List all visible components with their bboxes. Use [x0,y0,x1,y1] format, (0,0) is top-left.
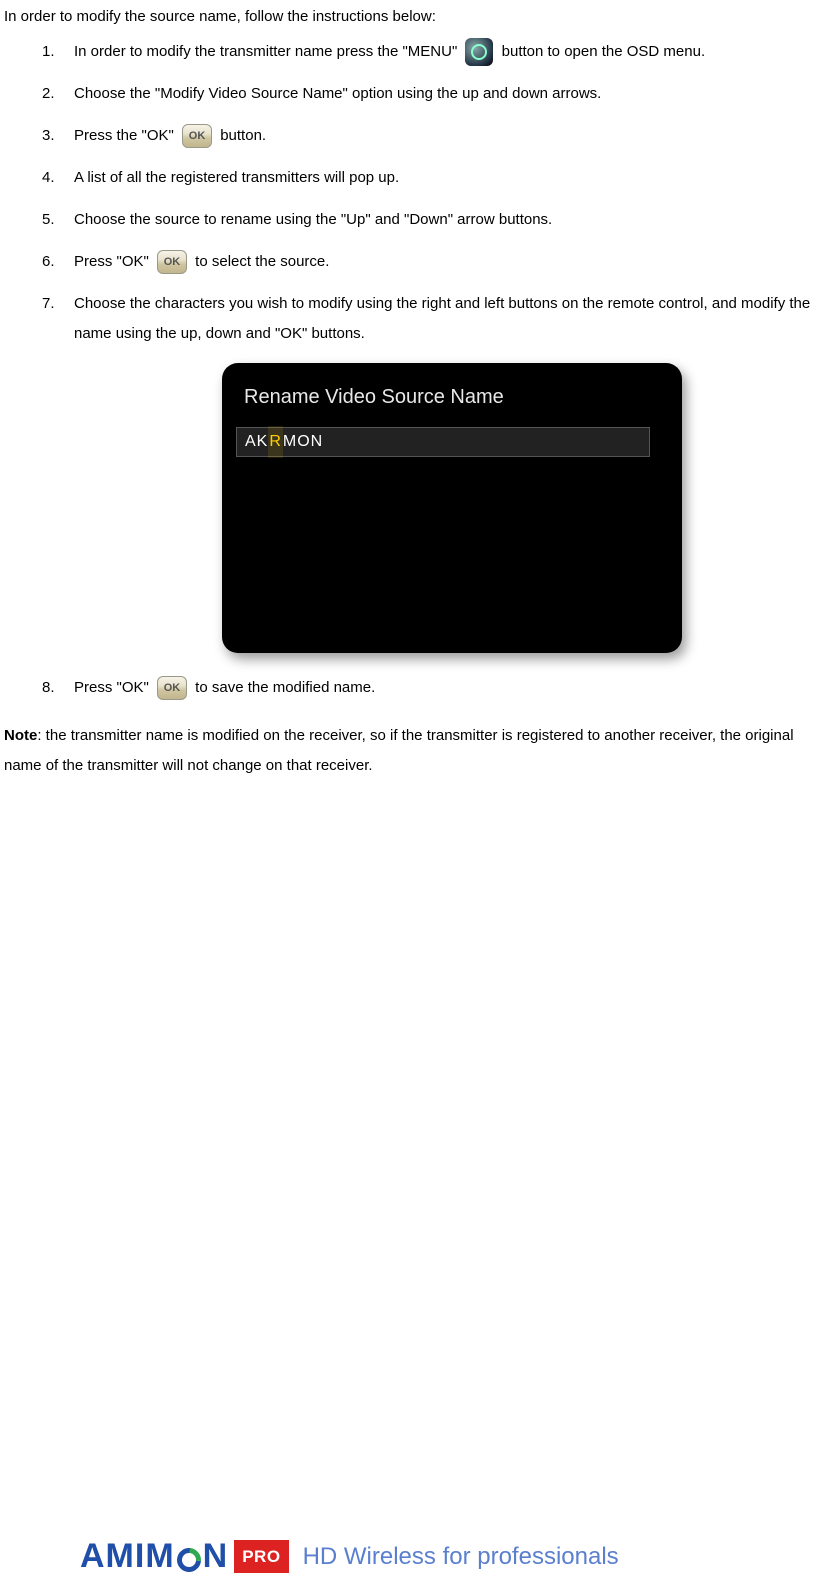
menu-button-icon [465,38,493,66]
osd-title: Rename Video Source Name [222,363,682,423]
step-text: In order to modify the transmitter name … [74,43,461,60]
osd-screenshot: Rename Video Source Name AKRMON [222,363,827,653]
step-text-tail: button. [220,127,266,144]
step-text: Choose the source to rename using the "U… [74,211,552,228]
ok-button-icon [157,250,187,274]
intro-text: In order to modify the source name, foll… [4,6,827,29]
footer-tagline: HD Wireless for professionals [303,1539,619,1575]
step-text: A list of all the registered transmitter… [74,169,399,186]
step-text-tail: to save the modified name. [195,679,375,696]
step-text: Choose the "Modify Video Source Name" op… [74,85,601,102]
logo-ring-icon [172,1543,206,1577]
note-label: Note [4,727,37,744]
note-text: : the transmitter name is modified on th… [4,727,794,774]
step-3: Press the "OK" button. [42,121,827,151]
step-text: Press "OK" [74,253,153,270]
document-body: In order to modify the source name, foll… [0,0,831,781]
note-paragraph: Note: the transmitter name is modified o… [4,721,827,781]
step-2: Choose the "Modify Video Source Name" op… [42,79,827,109]
page-footer: AMIM N PRO HD Wireless for professionals [0,1531,831,1582]
brand-logo: AMIM N PRO [80,1531,289,1582]
step-4: A list of all the registered transmitter… [42,163,827,193]
pro-badge: PRO [234,1540,288,1574]
ok-button-icon [182,124,212,148]
step-text-tail: button to open the OSD menu. [502,43,705,60]
step-5: Choose the source to rename using the "U… [42,205,827,235]
step-text: Press the "OK" [74,127,178,144]
name-selected-char: R [268,426,283,458]
name-prefix: AK [245,426,268,458]
step-1: In order to modify the transmitter name … [42,37,827,67]
step-7: Choose the characters you wish to modify… [42,289,827,653]
osd-rename-field: AKRMON [236,427,650,457]
step-text: Press "OK" [74,679,153,696]
brand-text-1: AMIM [80,1531,175,1582]
step-6: Press "OK" to select the source. [42,247,827,277]
step-text-tail: to select the source. [195,253,329,270]
step-8: Press "OK" to save the modified name. [42,673,827,703]
instruction-list: In order to modify the transmitter name … [4,37,827,703]
step-text: Choose the characters you wish to modify… [74,295,810,342]
brand-text-2: N [203,1531,229,1582]
name-suffix: MON [283,426,323,458]
ok-button-icon [157,676,187,700]
